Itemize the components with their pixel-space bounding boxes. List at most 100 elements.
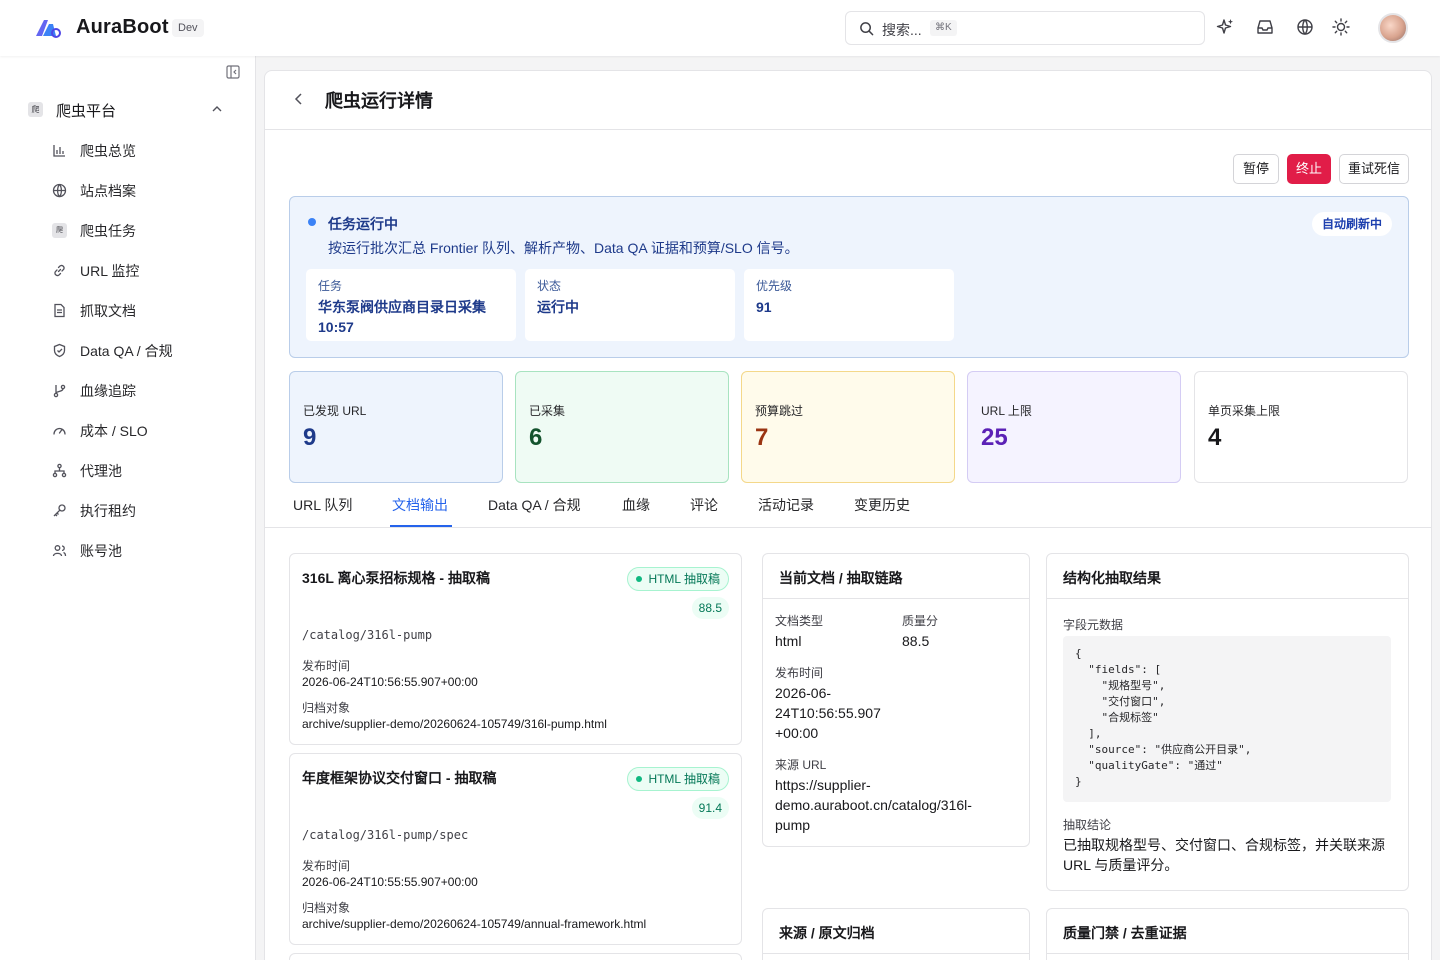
stat-card-collected: 已采集 6	[515, 371, 729, 483]
field-value: 华东泵阀供应商目录日采集 10:57	[318, 299, 486, 335]
status-description: 按运行批次汇总 Frontier 队列、解析产物、Data QA 证据和预算/S…	[328, 240, 799, 256]
code-line: "交付窗口",	[1075, 695, 1166, 708]
sidebar-item-label: 爬虫任务	[80, 223, 136, 239]
sidebar-item-site-profiles[interactable]: 站点档案	[0, 170, 256, 210]
auraboot-logo-icon[interactable]	[34, 16, 62, 40]
document-card[interactable]: 年度框架协议交付窗口 - 抽取稿 HTML 抽取稿 91.4 /catalog/…	[289, 753, 742, 945]
document-card[interactable]	[289, 953, 742, 960]
conclusion-text: URL 与质量评分。	[1063, 857, 1179, 873]
crawler-task-icon: 爬	[52, 223, 67, 238]
document-card[interactable]: 316L 离心泵招标规格 - 抽取稿 HTML 抽取稿 88.5 /catalo…	[289, 553, 742, 745]
tabs-divider	[265, 527, 1431, 528]
environment-badge: Dev	[172, 19, 204, 37]
sidebar-item-url-monitor[interactable]: URL 监控	[0, 250, 256, 290]
sidebar-item-crawler-overview[interactable]: 爬虫总览	[0, 130, 256, 170]
link-icon	[52, 263, 67, 278]
sidebar-item-account-pool[interactable]: 账号池	[0, 530, 256, 570]
document-path: /catalog/316l-pump/spec	[302, 828, 469, 842]
top-bar: AuraBoot Dev 搜索... ⌘K	[0, 0, 1440, 56]
sidebar-item-crawler-tasks[interactable]: 爬 爬虫任务	[0, 210, 256, 250]
code-line: "fields": [	[1075, 663, 1162, 676]
user-avatar[interactable]	[1378, 13, 1408, 43]
back-arrow-icon[interactable]	[291, 91, 307, 107]
code-line: "规格型号",	[1075, 679, 1166, 692]
tab-url-queue[interactable]: URL 队列	[293, 495, 352, 515]
archive-label: 归档对象	[302, 701, 351, 715]
card-divider	[763, 953, 1029, 954]
quality-label: 质量分	[902, 614, 939, 628]
sidebar-collapse-icon[interactable]	[225, 64, 241, 80]
theme-sun-icon[interactable]	[1330, 16, 1352, 38]
tab-activity-log[interactable]: 活动记录	[758, 495, 814, 515]
document-icon	[52, 303, 67, 318]
inbox-icon[interactable]	[1254, 16, 1276, 38]
source-url-value[interactable]: demo.auraboot.cn/catalog/316l-	[775, 795, 972, 815]
language-globe-icon[interactable]	[1294, 16, 1316, 38]
sidebar-item-lineage[interactable]: 血缘追踪	[0, 370, 256, 410]
brand-name[interactable]: AuraBoot	[76, 16, 169, 39]
field-label: 优先级	[756, 279, 793, 293]
archive-value: archive/supplier-demo/20260624-105749/an…	[302, 917, 647, 931]
sidebar-item-label: 执行租约	[80, 503, 136, 519]
card-title: 质量门禁 / 去重证据	[1063, 925, 1187, 941]
field-metadata-label: 字段元数据	[1063, 618, 1124, 632]
tab-document-output[interactable]: 文档输出	[392, 495, 448, 515]
published-value: 2026-06-	[775, 685, 832, 701]
document-title: 316L 离心泵招标规格 - 抽取稿	[302, 570, 490, 586]
chevron-up-icon	[210, 102, 224, 116]
stop-button[interactable]: 终止	[1287, 154, 1331, 184]
sidebar: 爬 爬虫平台 爬虫总览 站点档案 爬 爬虫任务 URL 监控 抓取文档 Data…	[0, 56, 256, 960]
sidebar-item-label: 账号池	[80, 543, 122, 559]
document-score: 88.5	[691, 597, 729, 619]
source-archive-card: 来源 / 原文归档	[762, 908, 1030, 960]
tab-lineage[interactable]: 血缘	[622, 495, 650, 515]
sidebar-item-execution-lease[interactable]: 执行租约	[0, 490, 256, 530]
stat-value: 25	[981, 424, 1008, 451]
document-path: /catalog/316l-pump	[302, 628, 433, 642]
stat-label: URL 上限	[981, 404, 1032, 418]
tab-data-qa[interactable]: Data QA / 合规	[488, 495, 581, 515]
source-url-value[interactable]: https://supplier-	[775, 775, 871, 795]
card-title: 当前文档 / 抽取链路	[779, 570, 903, 586]
published-value: 2026-06-24T10:56:55.907+00:00	[302, 675, 478, 689]
sidebar-item-proxy-pool[interactable]: 代理池	[0, 450, 256, 490]
network-icon	[52, 463, 67, 478]
field-label: 任务	[318, 279, 343, 293]
auto-refresh-badge: 自动刷新中	[1311, 212, 1392, 236]
document-type-badge: HTML 抽取稿	[627, 567, 729, 591]
gauge-icon	[52, 423, 67, 438]
tab-comments[interactable]: 评论	[690, 495, 718, 515]
code-line: }	[1075, 775, 1082, 788]
main-panel: 爬虫运行详情 暂停 终止 重试死信 任务运行中 按运行批次汇总 Frontier…	[264, 70, 1432, 960]
card-title: 来源 / 原文归档	[779, 925, 875, 941]
published-value: +00:00	[775, 725, 819, 741]
stat-label: 单页采集上限	[1208, 404, 1281, 418]
search-input[interactable]: 搜索... ⌘K	[845, 11, 1205, 45]
status-title: 任务运行中	[328, 216, 398, 232]
ai-sparkle-icon[interactable]	[1214, 16, 1236, 38]
code-line: "合规标签"	[1075, 711, 1159, 724]
status-field-task: 任务 华东泵阀供应商目录日采集 10:57	[306, 269, 516, 341]
quality-value: 88.5	[902, 633, 930, 649]
sidebar-group-crawler-platform[interactable]: 爬 爬虫平台	[24, 98, 234, 122]
conclusion-label: 抽取结论	[1063, 818, 1112, 832]
published-value: 24T10:56:55.907	[775, 705, 881, 721]
field-value: 运行中	[537, 299, 579, 315]
card-divider	[1047, 953, 1408, 954]
source-url-label: 来源 URL	[775, 758, 827, 772]
field-value: 91	[756, 299, 772, 315]
retry-dead-letter-button[interactable]: 重试死信	[1339, 154, 1409, 184]
sidebar-item-data-qa[interactable]: Data QA / 合规	[0, 330, 256, 370]
sidebar-item-cost-slo[interactable]: 成本 / SLO	[0, 410, 256, 450]
status-field-state: 状态 运行中	[525, 269, 735, 341]
source-url-value[interactable]: pump	[775, 815, 810, 835]
stat-value: 7	[755, 424, 769, 451]
archive-label: 归档对象	[302, 901, 351, 915]
pause-button[interactable]: 暂停	[1233, 154, 1279, 184]
tab-change-history[interactable]: 变更历史	[854, 495, 910, 515]
sidebar-group-label: 爬虫平台	[56, 103, 117, 120]
sidebar-item-fetched-docs[interactable]: 抓取文档	[0, 290, 256, 330]
stat-card-url-limit: URL 上限 25	[967, 371, 1181, 483]
current-document-card: 当前文档 / 抽取链路 文档类型 html 质量分 88.5 发布时间 2026…	[762, 553, 1030, 847]
status-field-priority: 优先级 91	[744, 269, 954, 341]
